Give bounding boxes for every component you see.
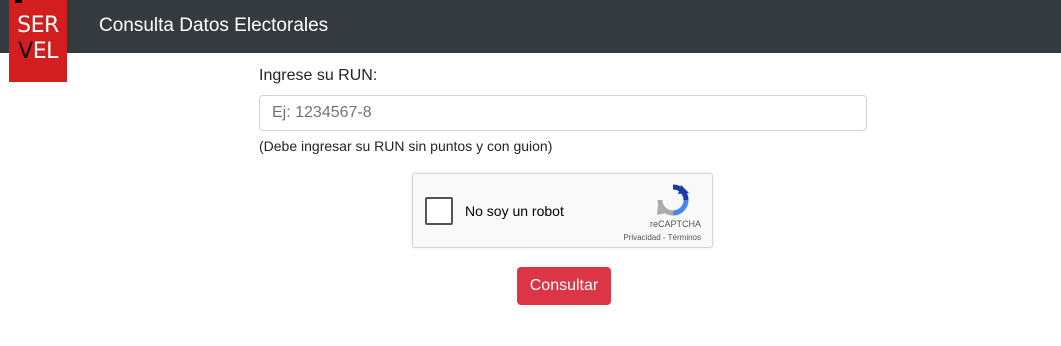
logo-mark xyxy=(15,0,22,3)
consultar-button[interactable]: Consultar xyxy=(517,267,611,305)
navbar: Consulta Datos Electorales xyxy=(0,0,1061,53)
recaptcha-link-separator: - xyxy=(660,233,668,242)
recaptcha-widget: No soy un robot reCAPTCHA Privacidad - T… xyxy=(412,173,713,248)
recaptcha-terms-link[interactable]: Términos xyxy=(668,233,701,242)
logo-text-top: SER xyxy=(17,13,59,38)
run-input[interactable] xyxy=(259,95,867,131)
recaptcha-brand: reCAPTCHA xyxy=(649,219,701,229)
logo-text-bottom: VEL xyxy=(18,39,58,64)
recaptcha-label: No soy un robot xyxy=(465,203,564,219)
recaptcha-privacy-link[interactable]: Privacidad xyxy=(623,233,660,242)
recaptcha-checkbox[interactable] xyxy=(425,197,453,225)
page-title: Consulta Datos Electorales xyxy=(99,15,329,36)
run-label: Ingrese su RUN: xyxy=(259,67,378,84)
servel-logo[interactable]: SER VEL xyxy=(9,0,67,82)
run-help-text: (Debe ingresar su RUN sin puntos y con g… xyxy=(259,138,553,154)
recaptcha-icon xyxy=(657,184,689,216)
recaptcha-links: Privacidad - Términos xyxy=(623,233,701,243)
